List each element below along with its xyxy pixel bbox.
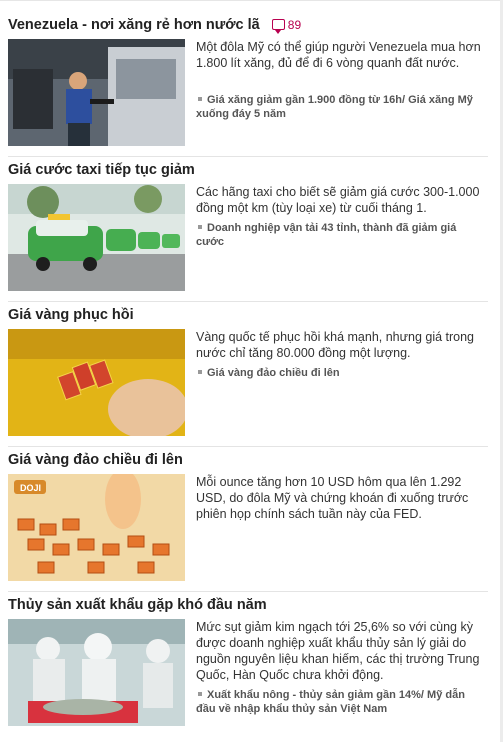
related-text[interactable]: Giá vàng đảo chiều đi lên [207,367,340,379]
article-thumbnail[interactable] [8,329,185,436]
related-link[interactable]: Xuất khẩu nông - thủy sản giảm gần 14%/ … [196,688,486,716]
article-title[interactable]: Giá vàng phục hồi [8,307,134,323]
divider [8,591,488,592]
divider [8,301,488,302]
article-thumbnail[interactable] [8,39,185,146]
article-title-link[interactable]: Giá vàng phục hồi [8,307,134,323]
comment-count[interactable]: 89 [271,18,302,34]
bullet-icon [198,370,202,375]
article-title-link[interactable]: Thủy sản xuất khẩu gặp khó đầu năm [8,597,267,613]
article-item: Giá vàng đảo chiều đi lên DOJI Mỗi ounce… [0,452,503,592]
related-link[interactable]: Doanh nghiệp vận tải 43 tỉnh, thành đã g… [196,221,486,249]
article-title[interactable]: Thủy sản xuất khẩu gặp khó đầu năm [8,597,267,613]
article-title[interactable]: Giá vàng đảo chiều đi lên [8,452,183,468]
article-thumbnail[interactable]: DOJI [8,474,185,581]
seafood-factory-photo [8,619,185,726]
article-title-link[interactable]: Venezuela - nơi xăng rẻ hơn nước lã [8,17,260,33]
article-item: Giá vàng phục hồi Vàng quốc tế phục hồi … [0,307,503,447]
bullet-icon [198,692,202,697]
news-list: Venezuela - nơi xăng rẻ hơn nước lã 89 M… [0,0,503,742]
comment-count-value: 89 [287,18,302,32]
article-title[interactable]: Giá cước taxi tiếp tục giảm [8,162,195,178]
related-text[interactable]: Doanh nghiệp vận tải 43 tỉnh, thành đã g… [196,222,456,248]
bullet-icon [198,225,202,230]
taxi-photo [8,184,185,291]
article-item: Thủy sản xuất khẩu gặp khó đầu năm Mức s… [0,597,503,742]
related-text[interactable]: Giá xăng giảm gần 1.900 đồng từ 16h/ Giá… [196,94,473,120]
article-title-link[interactable]: Giá vàng đảo chiều đi lên [8,452,183,468]
article-description: Mức sụt giảm kim ngạch tới 25,6% so với … [196,620,480,682]
top-divider [0,0,503,7]
article-description: Một đôla Mỹ có thể giúp người Venezuela … [196,40,481,70]
gold-photo [8,329,185,436]
article-description: Vàng quốc tế phục hồi khá mạnh, nhưng gi… [196,330,475,360]
related-link[interactable]: Giá xăng giảm gần 1.900 đồng từ 16h/ Giá… [196,93,486,121]
article-item: Giá cước taxi tiếp tục giảm Các hãng tax… [0,162,503,302]
article-item: Venezuela - nơi xăng rẻ hơn nước lã 89 M… [0,17,503,157]
comment-icon [271,19,285,34]
bullet-icon [198,97,202,102]
brand-logo-text: DOJI [20,483,41,493]
related-text[interactable]: Xuất khẩu nông - thủy sản giảm gần 14%/ … [196,689,465,715]
article-thumbnail[interactable] [8,619,185,726]
gold-bars-photo: DOJI [8,474,185,581]
article-description: Các hãng taxi cho biết sẽ giảm giá cước … [196,185,480,215]
gas-station-photo [8,39,185,146]
article-title-link[interactable]: Giá cước taxi tiếp tục giảm [8,162,195,178]
related-link[interactable]: Giá vàng đảo chiều đi lên [196,366,486,380]
divider [8,446,488,447]
article-thumbnail[interactable] [8,184,185,291]
divider [8,156,488,157]
article-title[interactable]: Venezuela - nơi xăng rẻ hơn nước lã 89 [8,17,302,34]
article-description: Mỗi ounce tăng hơn 10 USD hôm qua lên 1.… [196,475,469,521]
